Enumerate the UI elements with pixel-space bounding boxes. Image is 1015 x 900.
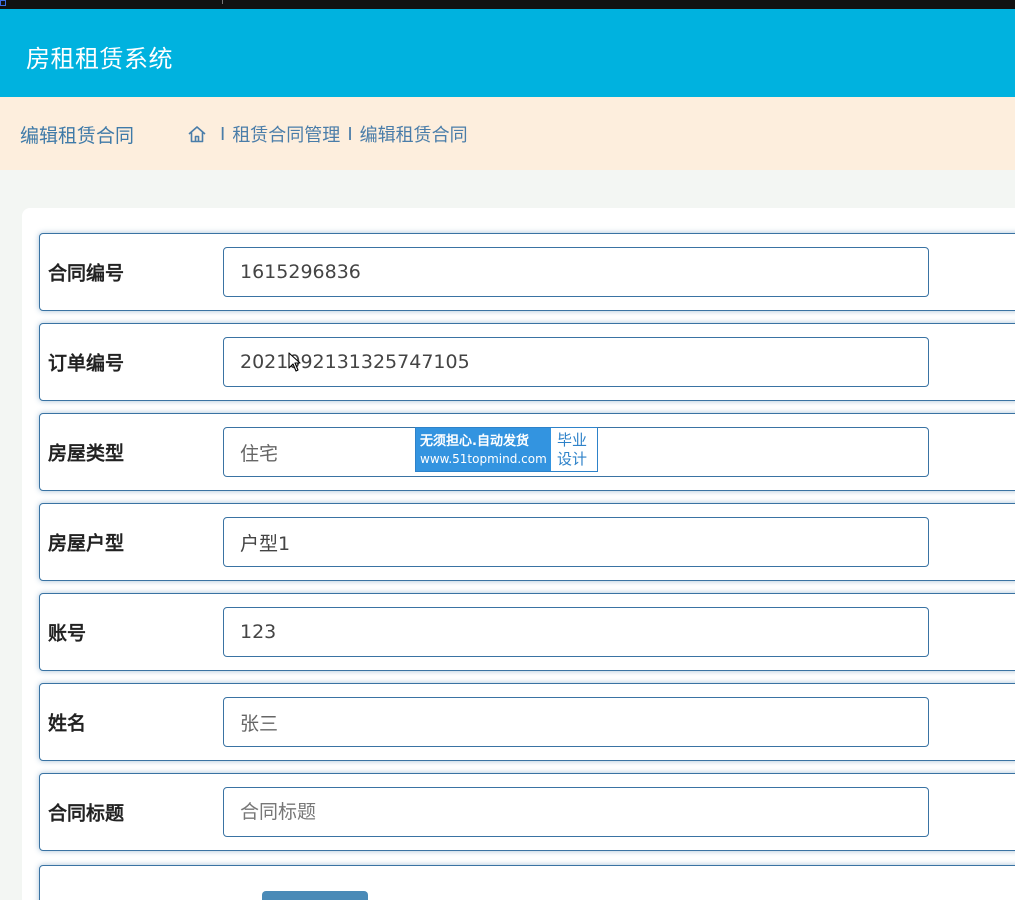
form-row-contract-title: 合同标题 <box>39 773 1015 851</box>
name-label: 姓名 <box>48 712 87 735</box>
watermark-url: www.51topmind.com <box>420 451 547 466</box>
form-row-order-number: 订单编号 <box>39 323 1015 401</box>
watermark-tag-line1: 毕业 <box>557 430 588 449</box>
app-title: 房租租赁系统 <box>26 45 173 73</box>
home-icon[interactable] <box>187 124 207 144</box>
contract-title-label: 合同标题 <box>48 802 125 825</box>
os-top-strip <box>0 0 1015 9</box>
window-corner-icon <box>0 0 6 6</box>
breadcrumb-separator: I <box>347 123 353 145</box>
form-row-name: 姓名 <box>39 683 1015 761</box>
account-input[interactable] <box>223 607 929 657</box>
order-number-input[interactable] <box>223 337 929 387</box>
name-input[interactable] <box>223 697 929 747</box>
breadcrumb-item-contract-management[interactable]: 租赁合同管理 <box>232 121 340 147</box>
form-row-account: 账号 <box>39 593 1015 671</box>
mouse-cursor-icon <box>288 352 301 372</box>
breadcrumb-separator: I <box>220 123 226 145</box>
contract-number-input[interactable] <box>223 247 929 297</box>
watermark-slogan: 无须担心.自动发货 <box>420 433 529 449</box>
contract-number-label: 合同编号 <box>48 262 125 285</box>
app-header: 房租租赁系统 <box>0 9 1015 97</box>
watermark-tag-line2: 设计 <box>557 449 588 468</box>
breadcrumb-item-edit-contract: 编辑租赁合同 <box>359 125 468 146</box>
house-layout-input[interactable] <box>223 517 929 567</box>
divider <box>222 0 223 4</box>
form-row-partial <box>39 865 1015 900</box>
order-number-label: 订单编号 <box>48 352 125 375</box>
watermark-badge: 无须担心.自动发货 www.51topmind.com 毕业 设计 <box>415 427 598 472</box>
contract-title-input[interactable] <box>223 787 929 837</box>
page-title: 编辑租赁合同 <box>20 125 135 147</box>
account-label: 账号 <box>48 622 87 645</box>
upload-button[interactable] <box>262 891 368 900</box>
breadcrumb-bar: 编辑租赁合同 I 租赁合同管理 I 编辑租赁合同 <box>0 97 1015 170</box>
house-layout-label: 房屋户型 <box>48 532 125 555</box>
form-row-contract-number: 合同编号 <box>39 233 1015 311</box>
house-type-label: 房屋类型 <box>48 442 125 465</box>
form-row-house-layout: 房屋户型 <box>39 503 1015 581</box>
breadcrumb: I 租赁合同管理 I 编辑租赁合同 <box>187 121 468 147</box>
